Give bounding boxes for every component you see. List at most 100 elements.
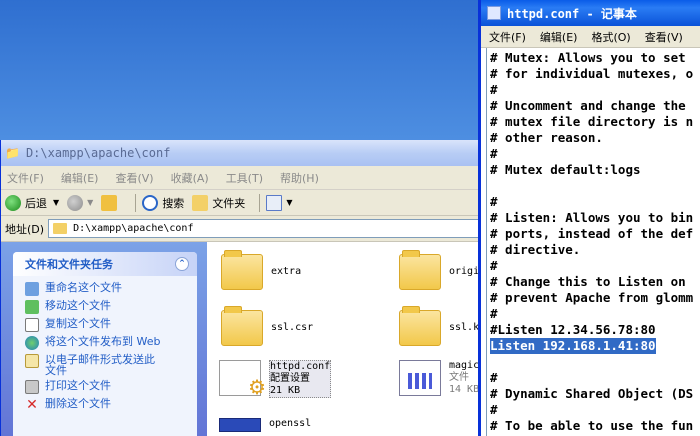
menu-file[interactable]: 文件(F) — [7, 170, 44, 186]
views-button[interactable]: ▼ — [266, 194, 293, 211]
back-arrow-icon — [5, 194, 21, 211]
move-icon — [25, 300, 39, 314]
task-email[interactable]: 以电子邮件形式发送此 文件 — [25, 354, 189, 376]
address-input[interactable]: D:\xampp\apache\conf — [48, 219, 482, 238]
file-item-httpd-conf[interactable]: httpd.conf 配置设置 21 KB — [219, 360, 332, 399]
file-list: extra origi ssl.csr ssl.ke httpd.conf 配置… — [207, 242, 487, 436]
config-file-icon — [219, 360, 266, 399]
explorer-title-bar[interactable]: 📁 D:\xampp\apache\conf — [1, 140, 486, 166]
text-line: # mutex file directory is n — [490, 114, 694, 129]
task-publish-web[interactable]: 将这个文件发布到 Web — [25, 336, 189, 350]
np-menu-view[interactable]: 查看(V) — [645, 29, 683, 45]
text-line: # Listen: Allows you to bin — [490, 210, 694, 225]
text-line — [490, 354, 700, 370]
application-icon — [219, 418, 261, 432]
text-line: # — [490, 402, 498, 417]
delete-icon: ✕ — [26, 397, 38, 413]
collapse-icon[interactable]: ⌃ — [175, 257, 189, 271]
up-folder-icon — [101, 194, 118, 211]
search-icon — [142, 194, 159, 211]
selected-text[interactable]: Listen 192.168.1.41:80 — [490, 338, 656, 354]
file-item-ssl-key[interactable]: ssl.ke — [399, 306, 485, 346]
up-folder-button[interactable] — [101, 194, 121, 211]
text-line: Listen 192.168.1.41:80 — [490, 338, 700, 354]
task-delete[interactable]: ✕ 删除这个文件 — [25, 398, 189, 412]
explorer-title: D:\xampp\apache\conf — [25, 146, 171, 160]
web-publish-icon — [25, 336, 39, 350]
explorer-window: 📁 D:\xampp\apache\conf 文件(F) 编辑(E) 查看(V)… — [0, 140, 487, 436]
folder-icon — [53, 223, 68, 234]
text-line: # Change this to Listen on — [490, 274, 686, 289]
task-rename[interactable]: 重命名这个文件 — [25, 282, 189, 296]
search-button[interactable]: 搜索 — [142, 194, 185, 211]
forward-button[interactable]: ▼ — [67, 194, 93, 211]
back-button[interactable]: 后退 ▼ — [5, 194, 59, 211]
menu-view[interactable]: 查看(V) — [115, 170, 153, 186]
file-item-ssl-csr[interactable]: ssl.csr — [221, 306, 313, 346]
task-print[interactable]: 打印这个文件 — [25, 380, 189, 394]
text-line: #Listen 12.34.56.78:80 — [490, 322, 656, 337]
file-icon — [399, 360, 441, 396]
folder-icon — [399, 250, 441, 290]
notepad-window: httpd.conf - 记事本 文件(F) 编辑(E) 格式(O) 查看(V)… — [478, 0, 700, 436]
text-line: # — [490, 194, 498, 209]
folder-icon — [399, 306, 441, 346]
selected-file-label: httpd.conf 配置设置 21 KB — [269, 360, 332, 398]
task-pane: 文件和文件夹任务 ⌃ 重命名这个文件 移动这个文件 复制这个文件 将这个文件发布… — [1, 242, 207, 436]
chevron-down-icon: ▼ — [286, 198, 293, 207]
folders-label: 文件夹 — [212, 196, 246, 210]
text-line: # Uncomment and change the — [490, 98, 686, 113]
explorer-menu-bar: 文件(F) 编辑(E) 查看(V) 收藏(A) 工具(T) 帮助(H) — [1, 166, 486, 190]
text-line: # To be able to use the fun — [490, 418, 694, 433]
toolbar-divider — [259, 193, 261, 212]
search-label: 搜索 — [162, 196, 185, 210]
copy-icon — [25, 318, 39, 332]
email-icon — [25, 354, 39, 368]
text-line: # ports, instead of the def — [490, 226, 694, 241]
views-icon — [266, 194, 283, 211]
text-line: # Mutex: Allows you to set — [490, 50, 686, 65]
menu-favorites[interactable]: 收藏(A) — [171, 170, 209, 186]
notepad-icon — [487, 6, 501, 20]
notepad-title-bar[interactable]: httpd.conf - 记事本 — [481, 0, 700, 26]
folder-icon — [221, 250, 263, 290]
task-list: 重命名这个文件 移动这个文件 复制这个文件 将这个文件发布到 Web 以电子邮件… — [13, 276, 197, 412]
task-move[interactable]: 移动这个文件 — [25, 300, 189, 314]
address-bar: 地址(D) D:\xampp\apache\conf — [1, 216, 486, 242]
address-value: D:\xampp\apache\conf — [73, 223, 194, 234]
text-line: # — [490, 370, 498, 385]
np-menu-file[interactable]: 文件(F) — [489, 29, 526, 45]
text-line: # Dynamic Shared Object (DS — [490, 386, 694, 401]
text-line: # for individual mutexes, o — [490, 66, 694, 81]
rename-icon — [25, 282, 39, 296]
menu-edit[interactable]: 编辑(E) — [61, 170, 99, 186]
menu-help[interactable]: 帮助(H) — [280, 170, 319, 186]
np-menu-edit[interactable]: 编辑(E) — [540, 29, 578, 45]
folder-icon: 📁 — [5, 146, 20, 160]
file-tasks-header[interactable]: 文件和文件夹任务 ⌃ — [13, 252, 197, 276]
folders-icon — [192, 194, 209, 211]
text-line: # — [490, 306, 498, 321]
chevron-down-icon[interactable]: ▼ — [87, 198, 93, 207]
menu-tools[interactable]: 工具(T) — [226, 170, 263, 186]
task-copy[interactable]: 复制这个文件 — [25, 318, 189, 332]
notepad-text-area[interactable]: # Mutex: Allows you to set # for individu… — [486, 48, 700, 436]
explorer-body: 文件和文件夹任务 ⌃ 重命名这个文件 移动这个文件 复制这个文件 将这个文件发布… — [1, 242, 487, 436]
notepad-menu-bar: 文件(F) 编辑(E) 格式(O) 查看(V) — [481, 26, 700, 48]
address-label: 地址(D) — [5, 222, 45, 236]
explorer-toolbar: 后退 ▼ ▼ 搜索 文件夹 ▼ — [1, 190, 486, 216]
chevron-down-icon[interactable]: ▼ — [53, 198, 59, 207]
text-line: # — [490, 146, 498, 161]
back-label: 后退 — [25, 196, 47, 210]
file-item-openssl[interactable]: openssl — [219, 418, 311, 432]
text-line: # prevent Apache from glomm — [490, 290, 694, 305]
np-menu-format[interactable]: 格式(O) — [591, 29, 630, 45]
text-line — [490, 178, 700, 194]
file-tasks-panel: 文件和文件夹任务 ⌃ 重命名这个文件 移动这个文件 复制这个文件 将这个文件发布… — [13, 252, 197, 436]
file-item-magic[interactable]: magic 文件 14 KB — [399, 360, 479, 396]
folders-button[interactable]: 文件夹 — [192, 194, 246, 211]
file-item-original[interactable]: origi — [399, 250, 479, 290]
toolbar-divider — [135, 193, 137, 212]
file-item-extra[interactable]: extra — [221, 250, 301, 290]
text-line: # — [490, 258, 498, 273]
